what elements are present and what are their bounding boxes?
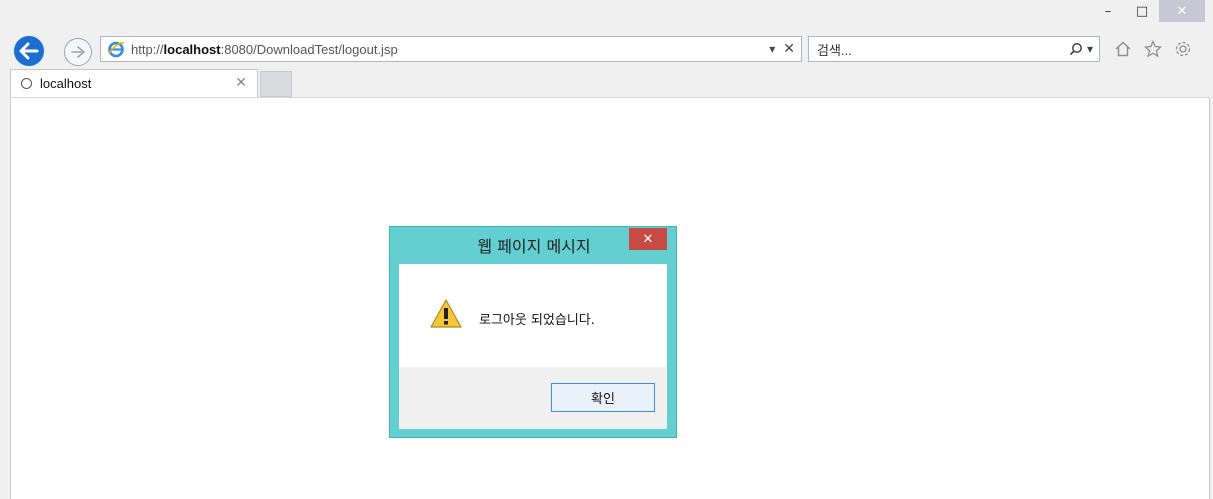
url-path: :8080/DownloadTest/logout.jsp (220, 41, 398, 57)
back-button[interactable] (12, 34, 46, 68)
message-dialog: 웹 페이지 메시지 ✕ 로그아웃 되었습니다. 확인 (389, 226, 677, 438)
search-tools: ▾ (1069, 37, 1093, 61)
tab-close-icon[interactable]: ✕ (235, 75, 247, 91)
window-close-button[interactable]: ✕ (1159, 0, 1205, 22)
address-tools: ▾ ✕ (769, 37, 795, 61)
loading-icon (21, 78, 32, 89)
url-protocol: http:// (131, 41, 164, 57)
forward-button[interactable] (64, 38, 92, 66)
url-host: localhost (163, 41, 221, 57)
search-box[interactable]: 검색... ▾ (808, 36, 1100, 62)
favorites-star-icon[interactable] (1142, 38, 1164, 60)
search-input[interactable]: 검색... (817, 40, 852, 59)
ie-logo-icon (108, 41, 125, 58)
dialog-message: 로그아웃 되었습니다. (479, 313, 595, 328)
maximize-button[interactable]: □ (1125, 0, 1159, 22)
forward-arrow-icon (71, 46, 85, 58)
back-arrow-icon (19, 42, 39, 60)
window-controls: – □ ✕ (1091, 0, 1205, 22)
tab-localhost[interactable]: localhost ✕ (10, 69, 258, 97)
tab-label: localhost (40, 76, 92, 91)
ok-button[interactable]: 확인 (551, 383, 655, 412)
toolbar-icons (1112, 38, 1194, 60)
search-dropdown-icon[interactable]: ▾ (1087, 42, 1093, 56)
warning-icon (430, 299, 462, 328)
minimize-button[interactable]: – (1091, 0, 1125, 22)
address-bar[interactable]: http://localhost:8080/DownloadTest/logou… (100, 36, 802, 62)
home-icon[interactable] (1112, 38, 1134, 60)
url-text: http://localhost:8080/DownloadTest/logou… (131, 42, 398, 57)
new-tab-button[interactable] (260, 71, 292, 97)
stop-icon[interactable]: ✕ (783, 41, 795, 57)
address-dropdown-icon[interactable]: ▾ (769, 42, 775, 56)
dialog-body: 로그아웃 되었습니다. (399, 264, 667, 367)
search-icon[interactable] (1069, 42, 1083, 56)
dialog-footer: 확인 (399, 367, 667, 429)
dialog-close-button[interactable]: ✕ (629, 228, 667, 250)
tab-strip: localhost ✕ (0, 69, 1213, 97)
navigation-bar: http://localhost:8080/DownloadTest/logou… (0, 32, 1213, 68)
browser-window: – □ ✕ http://localhost:8080/DownloadTest… (0, 0, 1213, 499)
settings-gear-icon[interactable] (1172, 38, 1194, 60)
